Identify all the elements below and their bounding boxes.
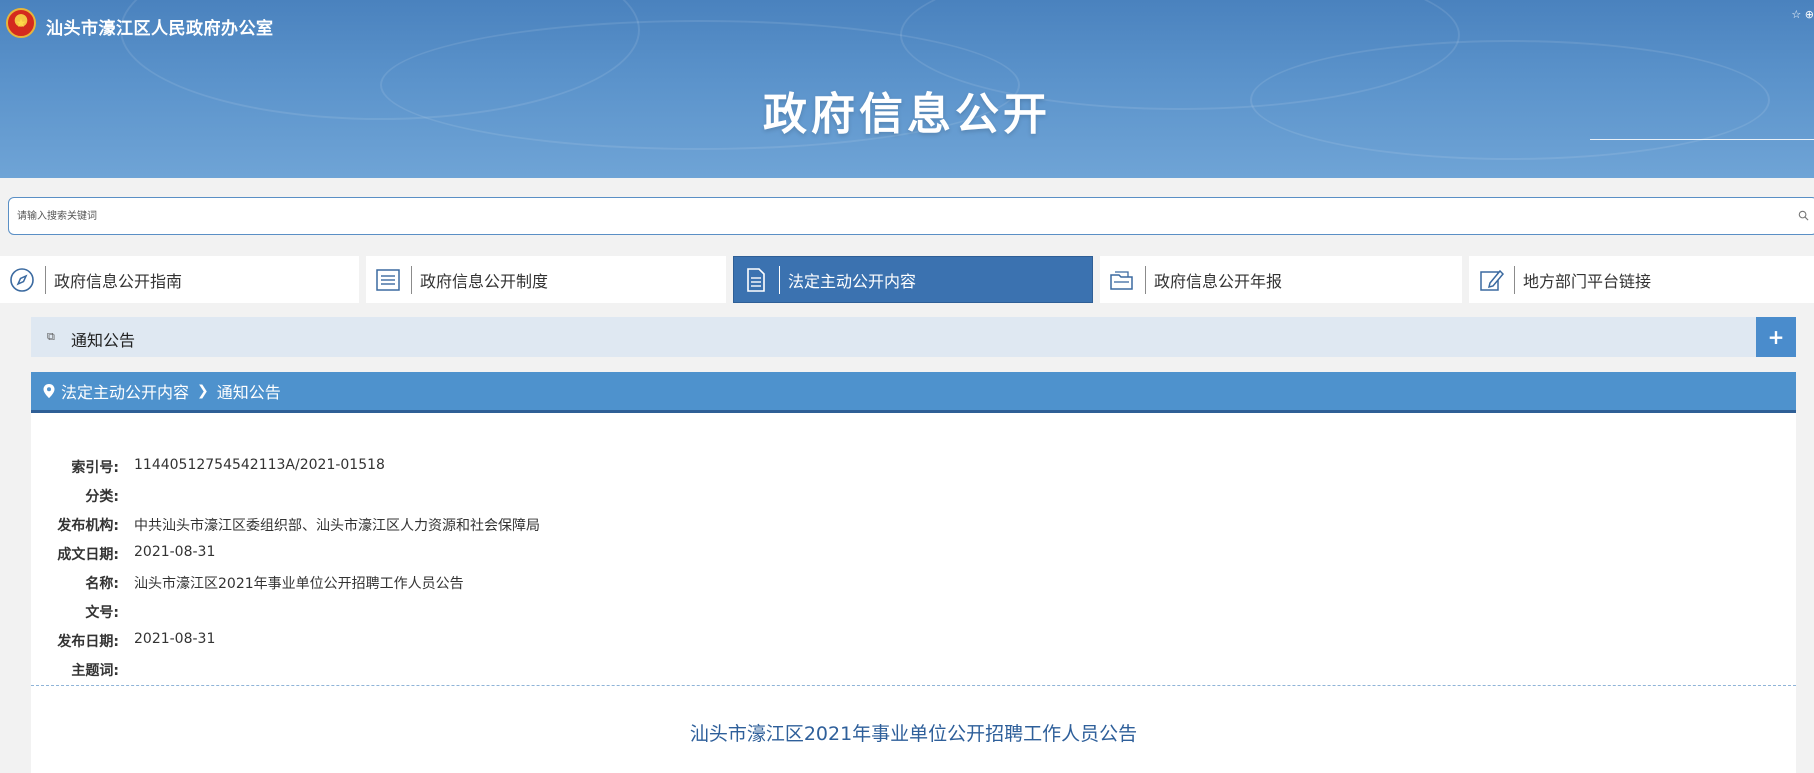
tab-separator bbox=[1145, 265, 1146, 294]
tab-label: 政府信息公开制度 bbox=[420, 271, 549, 291]
compass-icon bbox=[8, 266, 36, 294]
chevron-right-icon: ❯ bbox=[197, 383, 209, 399]
edit-link-icon bbox=[1477, 266, 1505, 294]
org-name[interactable]: 汕头市濠江区人民政府办公室 bbox=[46, 14, 274, 39]
tab-statutory-content[interactable]: 法定主动公开内容 bbox=[733, 256, 1093, 303]
meta-value: 2021-08-31 bbox=[134, 544, 216, 560]
search-input[interactable] bbox=[17, 198, 1777, 234]
meta-key: 名称: bbox=[85, 576, 119, 592]
meta-row: 文号: bbox=[31, 602, 1631, 622]
document-icon bbox=[742, 266, 770, 294]
meta-row: 发布日期: 2021-08-31 bbox=[31, 631, 1631, 651]
tab-separator bbox=[1514, 265, 1515, 294]
tab-separator bbox=[411, 265, 412, 294]
meta-key: 成文日期: bbox=[57, 547, 119, 563]
meta-key: 发布机构: bbox=[57, 518, 119, 534]
search-box bbox=[8, 197, 1814, 235]
header-banner: ★ 汕头市濠江区人民政府办公室 政府信息公开 ☆ ⊕ bbox=[0, 0, 1814, 178]
meta-row: 分类: bbox=[31, 486, 1631, 506]
meta-row: 发布机构: 中共汕头市濠江区委组织部、汕头市濠江区人力资源和社会保障局 bbox=[31, 515, 1631, 535]
notice-icon: ⧉ bbox=[47, 330, 55, 343]
national-emblem-icon: ★ bbox=[6, 8, 36, 38]
tab-label: 政府信息公开指南 bbox=[54, 271, 183, 291]
meta-key: 发布日期: bbox=[57, 634, 119, 650]
tab-label: 法定主动公开内容 bbox=[788, 271, 917, 291]
search-icon[interactable] bbox=[1798, 210, 1809, 221]
meta-row: 名称: 汕头市濠江区2021年事业单位公开招聘工作人员公告 bbox=[31, 573, 1631, 593]
meta-row: 索引号: 11440512754542113A/2021-01518 bbox=[31, 457, 1631, 477]
folder-icon bbox=[1108, 266, 1136, 294]
section-header: ⧉ 通知公告 + bbox=[31, 317, 1796, 357]
tab-regulations[interactable]: 政府信息公开制度 bbox=[366, 256, 726, 303]
expand-button[interactable]: + bbox=[1756, 317, 1796, 357]
meta-value: 汕头市濠江区2021年事业单位公开招聘工作人员公告 bbox=[134, 576, 464, 592]
content-divider bbox=[31, 685, 1796, 686]
tab-separator bbox=[45, 265, 46, 294]
breadcrumb: 法定主动公开内容 ❯ 通知公告 bbox=[31, 372, 1796, 413]
breadcrumb-link[interactable]: 通知公告 bbox=[217, 379, 281, 403]
page-title: 政府信息公开 bbox=[763, 89, 1051, 140]
breadcrumb-link[interactable]: 法定主动公开内容 bbox=[61, 379, 189, 403]
meta-key: 分类: bbox=[85, 489, 119, 505]
tab-separator bbox=[779, 265, 780, 294]
banner-divider bbox=[1590, 139, 1814, 140]
tab-department-links[interactable]: 地方部门平台链接 bbox=[1469, 256, 1814, 303]
corner-tools[interactable]: ☆ ⊕ bbox=[1791, 8, 1814, 21]
meta-row: 主题词: bbox=[31, 660, 1631, 680]
tab-guide[interactable]: 政府信息公开指南 bbox=[0, 256, 359, 303]
meta-value: 中共汕头市濠江区委组织部、汕头市濠江区人力资源和社会保障局 bbox=[134, 518, 540, 534]
list-icon bbox=[374, 266, 402, 294]
document-title: 汕头市濠江区2021年事业单位公开招聘工作人员公告 bbox=[689, 723, 1138, 745]
meta-value: 2021-08-31 bbox=[134, 631, 216, 647]
tab-label: 地方部门平台链接 bbox=[1523, 271, 1652, 291]
meta-key: 索引号: bbox=[71, 460, 119, 476]
meta-key: 文号: bbox=[85, 605, 119, 621]
tab-annual-report[interactable]: 政府信息公开年报 bbox=[1100, 256, 1462, 303]
location-pin-icon bbox=[43, 384, 55, 398]
meta-key: 主题词: bbox=[71, 663, 119, 679]
meta-row: 成文日期: 2021-08-31 bbox=[31, 544, 1631, 564]
meta-value: 11440512754542113A/2021-01518 bbox=[134, 457, 385, 473]
tab-label: 政府信息公开年报 bbox=[1154, 271, 1283, 291]
document-panel: 索引号: 11440512754542113A/2021-01518 分类: 发… bbox=[31, 413, 1796, 773]
section-title: 通知公告 bbox=[71, 331, 136, 350]
